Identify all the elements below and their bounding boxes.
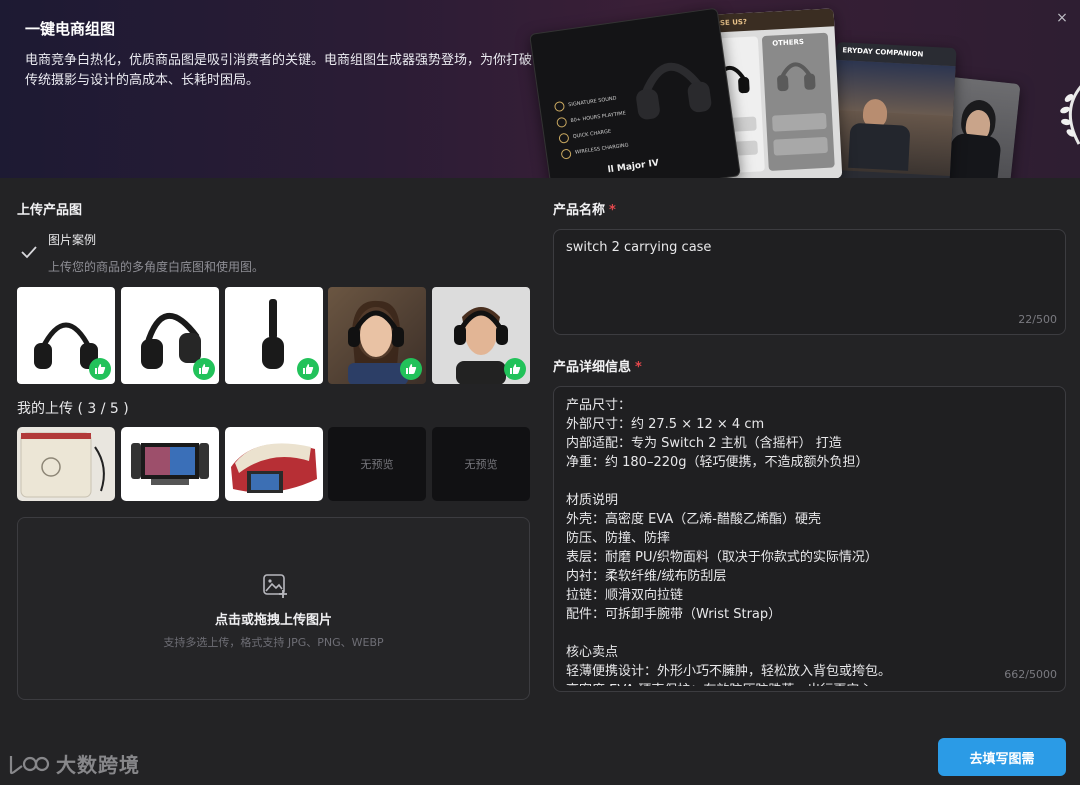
- example-image-2[interactable]: [121, 287, 219, 384]
- thumbs-up-icon: [504, 358, 526, 380]
- example-image-1[interactable]: [17, 287, 115, 384]
- headphone-icon: [636, 62, 712, 120]
- comparison-others-label: OTHERS: [772, 37, 805, 48]
- uploaded-image-2[interactable]: [121, 427, 219, 501]
- fill-requirements-button-label: 去填写图需: [969, 751, 1035, 767]
- watermark-text: 大数跨境: [56, 753, 140, 777]
- required-mark: *: [609, 203, 616, 218]
- product-model-text: ll Major IV: [607, 158, 660, 176]
- check-icon: [21, 246, 37, 259]
- my-upload-label: 我的上传 ( 3 / 5 ): [17, 401, 129, 417]
- thumbs-up-icon: [400, 358, 422, 380]
- uploaded-image-placeholder-2[interactable]: 无预览: [432, 427, 530, 501]
- product-detail-value: 产品尺寸： 外部尺寸：约 27.5 × 12 × 4 cm 内部适配：专为 Sw…: [566, 398, 892, 686]
- banner-title: 一键电商组图: [25, 20, 116, 38]
- product-detail-label: 产品详细信息 *: [553, 356, 642, 375]
- banner-card-lifestyle: ERYDAY COMPANION: [829, 41, 957, 178]
- product-detail-textarea[interactable]: 产品尺寸： 外部尺寸：约 27.5 × 12 × 4 cm 内部适配：专为 Sw…: [553, 386, 1066, 692]
- example-image-3[interactable]: [225, 287, 323, 384]
- example-image-5[interactable]: [432, 287, 530, 384]
- uploaded-image-1[interactable]: [17, 427, 115, 501]
- product-detail-label-text: 产品详细信息: [553, 360, 632, 375]
- no-preview-label: 无预览: [360, 458, 394, 471]
- watermark-logo-icon: [9, 755, 50, 774]
- dropzone-hint: 支持多选上传，格式支持 JPG、PNG、WEBP: [163, 636, 384, 649]
- required-mark: *: [635, 360, 642, 375]
- example-image-4[interactable]: [328, 287, 426, 384]
- product-name-label-text: 产品名称: [553, 203, 606, 218]
- watermark: 大数跨境: [8, 749, 140, 778]
- lifestyle-card-header: ERYDAY COMPANION: [842, 46, 924, 59]
- uploaded-image-placeholder-1[interactable]: 无预览: [328, 427, 426, 501]
- product-name-value: switch 2 carrying case: [566, 240, 712, 255]
- product-name-label: 产品名称 *: [553, 199, 616, 218]
- thumbs-up-icon: [89, 358, 111, 380]
- upload-dropzone[interactable]: 点击或拖拽上传图片 支持多选上传，格式支持 JPG、PNG、WEBP: [17, 517, 530, 700]
- banner-description: 电商竞争白热化，优质商品图是吸引消费者的关键。电商组图生成器强势登场，为你打破传…: [25, 53, 533, 88]
- fill-requirements-button[interactable]: 去填写图需: [938, 738, 1066, 776]
- no-preview-label: 无预览: [464, 458, 498, 471]
- upload-section-label: 上传产品图: [17, 203, 83, 218]
- comparison-col-others: OTHERS: [761, 32, 835, 171]
- promo-banner: 一键电商组图 电商竞争白热化，优质商品图是吸引消费者的关键。电商组图生成器强势登…: [0, 0, 1080, 178]
- thumbs-up-icon: [193, 358, 215, 380]
- uploaded-image-3[interactable]: [225, 427, 323, 501]
- product-name-input[interactable]: switch 2 carrying case 22/500: [553, 229, 1066, 335]
- case-description: 上传您的商品的多角度白底图和使用图。: [48, 260, 265, 274]
- product-detail-counter: 662/5000: [1000, 668, 1057, 681]
- banner-card-product: SIGNATURE SOUND 80+ HOURS PLAYTIME QUICK…: [529, 7, 741, 178]
- thumbs-up-icon: [297, 358, 319, 380]
- laurel-icon: [1060, 85, 1080, 145]
- product-name-counter: 22/500: [1018, 313, 1057, 326]
- close-button[interactable]: ×: [1052, 8, 1072, 28]
- image-upload-icon: [263, 574, 287, 598]
- close-icon: ×: [1056, 10, 1068, 26]
- case-title: 图片案例: [48, 233, 97, 247]
- dropzone-title: 点击或拖拽上传图片: [214, 613, 332, 628]
